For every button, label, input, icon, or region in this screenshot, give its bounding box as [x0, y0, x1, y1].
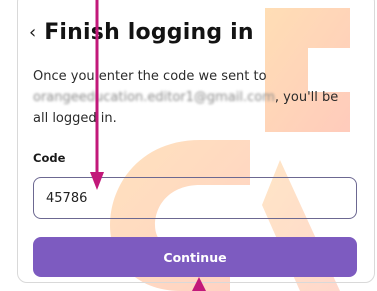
page-title: Finish logging in	[44, 20, 254, 45]
continue-button[interactable]: Continue	[33, 237, 357, 277]
title-row: ‹ Finish logging in	[29, 20, 254, 45]
login-screenshot: ‹ Finish logging in Once you enter the c…	[0, 0, 377, 291]
chevron-left-icon[interactable]: ‹	[29, 23, 36, 42]
instruction-text: Once you enter the code we sent to orang…	[33, 66, 353, 129]
code-label: Code	[33, 151, 66, 165]
email-address: orangeeducation.editor1@gmail.com	[33, 90, 275, 105]
login-card: ‹ Finish logging in Once you enter the c…	[17, 0, 377, 291]
code-input[interactable]	[33, 177, 357, 219]
instruction-text-start: Once you enter the code we sent to	[33, 69, 267, 84]
